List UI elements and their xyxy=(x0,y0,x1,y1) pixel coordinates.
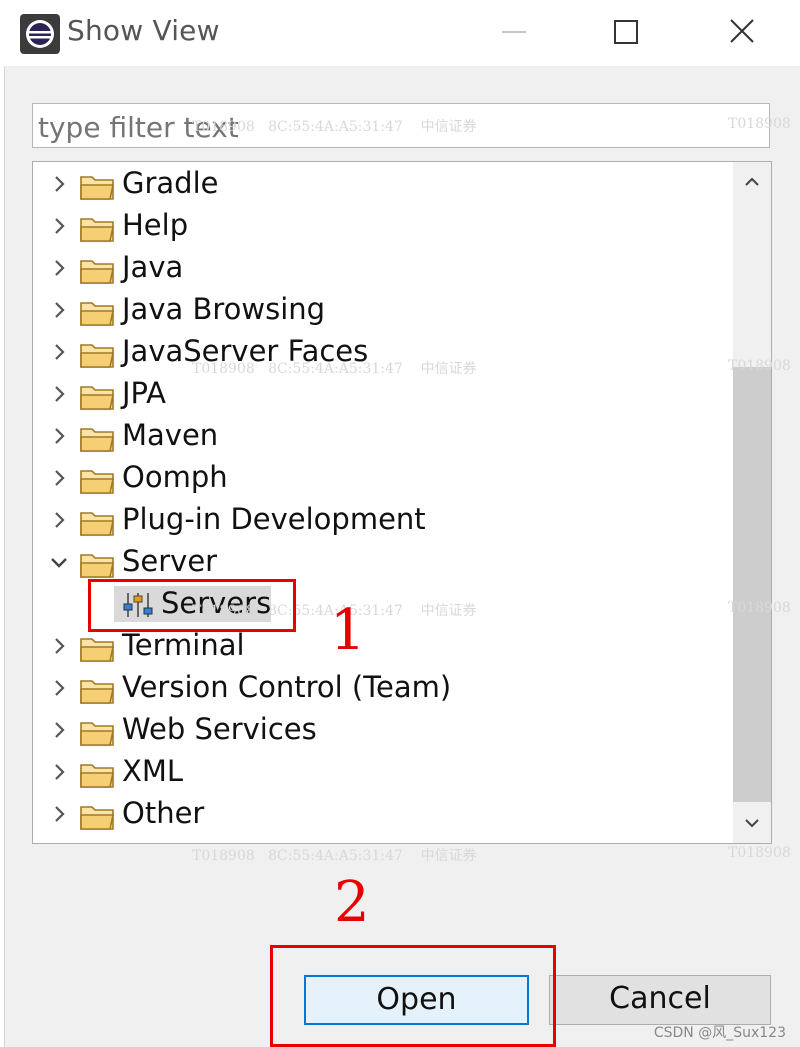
annotation-box-open xyxy=(270,945,556,1047)
title-bar: Show View xyxy=(0,0,800,66)
tree-item-label: JPA xyxy=(122,376,167,410)
minimize-button[interactable] xyxy=(484,10,544,54)
watermark-text: T018908 xyxy=(728,116,791,132)
chevron-right-icon[interactable] xyxy=(48,341,70,363)
folder-icon xyxy=(79,215,117,243)
chevron-down-icon xyxy=(745,819,759,828)
tree-item-label: Other xyxy=(122,796,205,830)
tree-item-java[interactable]: Java xyxy=(33,248,730,290)
tree-item-label: Web Services xyxy=(122,712,317,746)
tree-item-java-browsing[interactable]: Java Browsing xyxy=(33,290,730,332)
close-button[interactable] xyxy=(711,10,771,54)
tree-item-oomph[interactable]: Oomph xyxy=(33,458,730,500)
folder-icon xyxy=(79,299,117,327)
folder-icon xyxy=(79,425,117,453)
chevron-right-icon[interactable] xyxy=(48,509,70,531)
chevron-right-icon[interactable] xyxy=(48,173,70,195)
minimize-icon xyxy=(502,31,526,33)
tree-item-label: Server xyxy=(122,544,218,578)
folder-icon xyxy=(79,635,117,663)
maximize-icon xyxy=(614,20,638,44)
folder-icon xyxy=(79,551,117,579)
tree-item-gradle[interactable]: Gradle xyxy=(33,164,730,206)
chevron-right-icon[interactable] xyxy=(48,257,70,279)
tree-item-plug-in-development[interactable]: Plug-in Development xyxy=(33,500,730,542)
csdn-watermark: CSDN @风_Sux123 xyxy=(653,1025,786,1041)
chevron-right-icon[interactable] xyxy=(48,803,70,825)
tree-item-label: Plug-in Development xyxy=(122,502,426,536)
tree-item-server[interactable]: Server xyxy=(33,542,730,584)
tree-item-terminal[interactable]: Terminal xyxy=(33,626,730,668)
chevron-right-icon[interactable] xyxy=(48,467,70,489)
chevron-up-icon xyxy=(745,177,759,186)
folder-icon xyxy=(79,467,117,495)
tree-item-web-services[interactable]: Web Services xyxy=(33,710,730,752)
tree-item-other[interactable]: Other xyxy=(33,794,730,836)
annotation-number-2: 2 xyxy=(334,870,370,935)
folder-icon xyxy=(79,761,117,789)
folder-icon xyxy=(79,173,117,201)
chevron-right-icon[interactable] xyxy=(48,677,70,699)
folder-icon xyxy=(79,719,117,747)
folder-icon xyxy=(79,383,117,411)
tree-item-label: Gradle xyxy=(122,166,219,200)
watermark-text: T018908 xyxy=(728,358,791,374)
scroll-down-button[interactable] xyxy=(733,803,771,843)
tree-item-label: XML xyxy=(122,754,184,788)
eclipse-app-icon xyxy=(20,14,60,54)
tree-item-label: Version Control (Team) xyxy=(122,670,452,704)
tree-item-version-control-team[interactable]: Version Control (Team) xyxy=(33,668,730,710)
watermark-text: T018908 8C:55:4A:A5:31:47 中信证券 xyxy=(192,361,477,377)
folder-icon xyxy=(79,803,117,831)
folder-icon xyxy=(79,341,117,369)
watermark-text: T018908 xyxy=(728,845,791,861)
vertical-scrollbar[interactable] xyxy=(733,162,771,843)
folder-icon xyxy=(79,677,117,705)
tree-item-help[interactable]: Help xyxy=(33,206,730,248)
folder-icon xyxy=(79,257,117,285)
chevron-right-icon[interactable] xyxy=(48,761,70,783)
scrollbar-thumb[interactable] xyxy=(733,367,771,802)
annotation-number-1: 1 xyxy=(330,598,366,663)
tree-item-label: Java xyxy=(122,250,184,284)
annotation-box-servers xyxy=(88,579,296,632)
tree-item-xml[interactable]: XML xyxy=(33,752,730,794)
window-title: Show View xyxy=(67,14,220,47)
chevron-right-icon[interactable] xyxy=(48,719,70,741)
tree-item-label: Java Browsing xyxy=(122,292,326,326)
chevron-right-icon[interactable] xyxy=(48,215,70,237)
watermark-text: T018908 xyxy=(728,600,791,616)
tree-item-label: Maven xyxy=(122,418,219,452)
chevron-right-icon[interactable] xyxy=(48,425,70,447)
scroll-up-button[interactable] xyxy=(733,162,771,202)
tree-item-label: Oomph xyxy=(122,460,228,494)
chevron-down-icon[interactable] xyxy=(48,551,70,573)
tree-item-label: Terminal xyxy=(122,628,245,662)
chevron-right-icon[interactable] xyxy=(48,383,70,405)
tree-item-label: Help xyxy=(122,208,189,242)
maximize-button[interactable] xyxy=(596,10,656,54)
folder-icon xyxy=(79,509,117,537)
view-tree: Gradle Help Java Java Browsing JavaServer Fa… xyxy=(32,161,772,844)
tree-item-jpa[interactable]: JPA xyxy=(33,374,730,416)
watermark-text: T018908 8C:55:4A:A5:31:47 中信证券 xyxy=(192,848,477,864)
tree-item-maven[interactable]: Maven xyxy=(33,416,730,458)
chevron-right-icon[interactable] xyxy=(48,299,70,321)
watermark-text: T018908 8C:55:4A:A5:31:47 中信证券 xyxy=(192,119,477,135)
close-icon xyxy=(730,19,754,43)
cancel-button[interactable]: Cancel xyxy=(549,975,771,1025)
chevron-right-icon[interactable] xyxy=(48,635,70,657)
